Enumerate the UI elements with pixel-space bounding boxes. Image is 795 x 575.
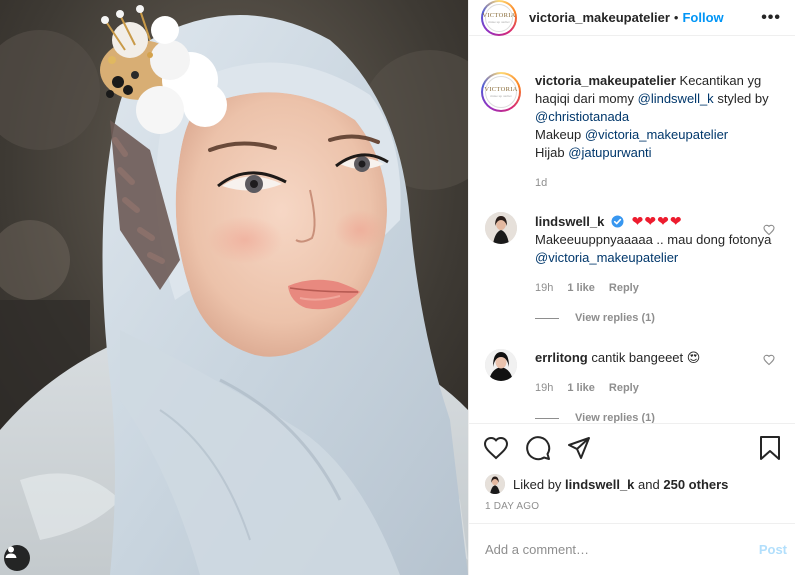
post-date[interactable]: 1 DAY AGO xyxy=(469,497,795,523)
caption-avatar-logo-subtext: make up atelier xyxy=(490,94,512,98)
comment-icon[interactable] xyxy=(525,435,551,461)
avatar-logo-text: VICTORIA xyxy=(482,11,516,19)
comment-mention[interactable]: @victoria_makeupatelier xyxy=(535,250,678,265)
comment-hearts: ❤❤❤❤ xyxy=(631,213,683,229)
comment-emoji: 😍 xyxy=(686,350,701,365)
paper-plane-icon[interactable] xyxy=(567,436,591,460)
author-avatar[interactable]: VICTORIA make up atelier xyxy=(481,0,517,36)
caption-makeup-label: Makeup xyxy=(535,127,582,142)
comment-time[interactable]: 19h xyxy=(535,279,553,297)
commenter-avatar[interactable] xyxy=(485,349,517,381)
commenter-avatar[interactable] xyxy=(485,212,517,244)
likes-and: and xyxy=(638,476,660,492)
more-icon[interactable]: ••• xyxy=(761,9,781,27)
comment-text: cantik bangeeet xyxy=(591,350,684,365)
likes-summary: Liked by lindswell_k and 250 others xyxy=(469,471,795,497)
user-tag-icon[interactable] xyxy=(4,545,30,571)
verified-badge-icon xyxy=(611,215,624,228)
caption-mention-2[interactable]: @christiotanada xyxy=(535,109,629,124)
comment-item: errlitong cantik bangeeet 😍 19h 1 like R… xyxy=(481,349,781,423)
action-bar xyxy=(469,423,795,471)
divider-line xyxy=(535,317,559,319)
caption-text-2: styled by xyxy=(717,91,769,106)
comment-body: lindswell_k ❤❤❤❤ Makeeuuppnyaaaaa .. mau… xyxy=(535,212,781,327)
reply-button[interactable]: Reply xyxy=(609,379,639,397)
portrait-illustration xyxy=(0,0,468,575)
post-button[interactable]: Post xyxy=(759,542,787,557)
comment-likes[interactable]: 1 like xyxy=(567,279,595,297)
avatar-logo-subtext: make up atelier xyxy=(488,19,510,24)
likes-prefix: Liked by xyxy=(513,476,562,492)
comment-like-heart-icon[interactable] xyxy=(763,224,775,236)
caption-mention-3[interactable]: @victoria_makeupatelier xyxy=(585,127,728,142)
caption-hijab-label: Hijab xyxy=(535,145,565,160)
comment-username[interactable]: lindswell_k xyxy=(535,214,604,229)
caption-timestamp[interactable]: 1d xyxy=(535,174,781,192)
liker-avatar[interactable] xyxy=(485,474,505,494)
comment-username[interactable]: errlitong xyxy=(535,350,588,365)
comment-text: Makeeuuppnyaaaaa .. mau dong fotonya xyxy=(535,232,772,247)
caption: VICTORIA make up atelier victoria_makeup… xyxy=(481,72,781,192)
reply-button[interactable]: Reply xyxy=(609,279,639,297)
comment-input[interactable] xyxy=(485,542,759,557)
post-detail-panel: VICTORIA make up atelier victoria_makeup… xyxy=(468,0,795,575)
separator-dot: • xyxy=(673,10,679,25)
caption-avatar[interactable]: VICTORIA make up atelier xyxy=(481,72,521,112)
likes-user[interactable]: lindswell_k xyxy=(565,477,634,492)
author-username[interactable]: victoria_makeupatelier xyxy=(529,10,670,25)
view-replies-button[interactable]: View replies (1) xyxy=(535,309,781,327)
view-replies-button[interactable]: View replies (1) xyxy=(535,409,781,423)
divider-line xyxy=(535,417,559,419)
comment-item: lindswell_k ❤❤❤❤ Makeeuuppnyaaaaa .. mau… xyxy=(481,212,781,327)
likes-others[interactable]: 250 others xyxy=(663,477,728,492)
instagram-post-view: VICTORIA make up atelier victoria_makeup… xyxy=(0,0,795,575)
bookmark-icon[interactable] xyxy=(759,435,781,461)
comment-time[interactable]: 19h xyxy=(535,379,553,397)
caption-mention-4[interactable]: @jatupurwanti xyxy=(568,145,651,160)
post-header: VICTORIA make up atelier victoria_makeup… xyxy=(469,0,795,36)
caption-avatar-logo-text: VICTORIA xyxy=(484,86,518,93)
comment-like-heart-icon[interactable] xyxy=(763,354,775,366)
view-replies-label: View replies (1) xyxy=(575,412,655,423)
caption-mention-1[interactable]: @lindswell_k xyxy=(638,91,714,106)
caption-username[interactable]: victoria_makeupatelier xyxy=(535,73,676,88)
post-photo[interactable] xyxy=(0,0,468,575)
heart-icon[interactable] xyxy=(483,436,509,460)
comment-body: errlitong cantik bangeeet 😍 19h 1 like R… xyxy=(535,349,781,423)
follow-button[interactable]: Follow xyxy=(682,10,723,25)
comment-likes[interactable]: 1 like xyxy=(567,379,595,397)
comment-meta: 19h 1 like Reply xyxy=(535,379,781,397)
add-comment-bar: Post xyxy=(469,523,795,575)
comments-list[interactable]: VICTORIA make up atelier victoria_makeup… xyxy=(469,36,795,423)
comment-meta: 19h 1 like Reply xyxy=(535,279,781,297)
view-replies-label: View replies (1) xyxy=(575,312,655,324)
caption-body: victoria_makeupatelier Kecantikan yg haq… xyxy=(535,72,781,192)
